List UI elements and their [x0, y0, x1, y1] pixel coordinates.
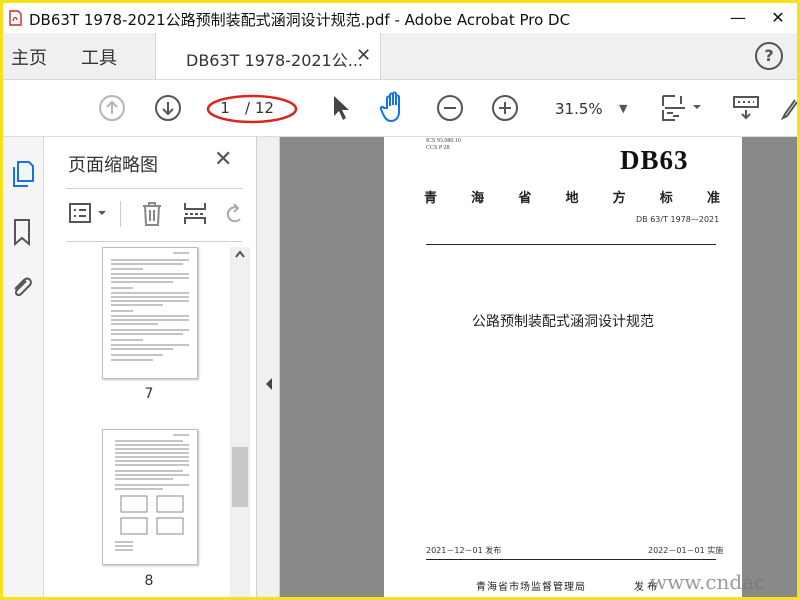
ccs-code: CCS P 28 [426, 145, 450, 151]
thumbnail-options-icon[interactable] [68, 201, 112, 225]
panel-collapse-handle[interactable] [257, 137, 280, 597]
thumbnail-label: 8 [144, 573, 154, 589]
page-thumbnails-icon[interactable] [9, 159, 35, 189]
select-arrow-icon[interactable] [330, 94, 352, 122]
thumbnail-page-preview [115, 434, 189, 551]
document-tab-label: DB63T 1978-2021公... [186, 51, 363, 70]
standard-number: DB 63/T 1978—2021 [636, 215, 720, 224]
page-down-icon[interactable] [154, 94, 182, 122]
divider [426, 559, 716, 560]
close-panel-button[interactable]: ✕ [214, 147, 232, 172]
thumbnail-page-8[interactable] [102, 429, 198, 565]
hand-tool-icon[interactable] [379, 90, 409, 124]
tab-tools[interactable]: 工具 [81, 44, 117, 70]
pdf-page: ICS 93.080.10 CCS P 28 DB63 青 海 省 地 方 标 … [384, 137, 742, 597]
delete-icon[interactable] [140, 200, 164, 228]
heading-char: 青 [424, 191, 438, 206]
heading-char: 海 [471, 191, 485, 206]
chevron-down-icon: ▼ [619, 102, 628, 115]
tab-document[interactable]: DB63T 1978-2021公... ✕ [155, 33, 381, 79]
page-up-icon[interactable] [98, 94, 126, 122]
heading-char: 省 [518, 191, 532, 206]
divider [66, 241, 242, 242]
divider [66, 188, 242, 189]
standard-code: DB63 [620, 145, 689, 175]
rotate-icon[interactable] [224, 201, 244, 227]
panel-toolbar [66, 197, 242, 229]
divider [426, 244, 716, 245]
close-tab-button[interactable]: ✕ [356, 45, 371, 66]
red-annotation-ellipse [206, 94, 298, 124]
page-fit-icon[interactable] [659, 92, 705, 124]
keyboard-icon[interactable] [731, 94, 761, 122]
scroll-up-arrow-icon[interactable] [234, 249, 246, 259]
thumbnail-page-preview [111, 252, 189, 361]
tab-bar: 主页 工具 DB63T 1978-2021公... ✕ ? [3, 33, 797, 80]
document-title: 公路预制装配式涵洞设计规范 [472, 314, 654, 330]
scrollbar-thumb[interactable] [232, 447, 248, 507]
pen-icon[interactable] [781, 94, 797, 122]
help-button[interactable]: ? [755, 42, 783, 70]
attachment-icon[interactable] [9, 273, 35, 303]
issue-date: 2021－12－01 发布 [426, 546, 502, 555]
issuing-authority: 青海省市场监督管理局 [476, 582, 586, 593]
panel-title: 页面缩略图 [68, 155, 158, 176]
site-watermark: www.cndac [650, 570, 766, 594]
toolbar: 1 / 12 31.5% ▼ [3, 80, 797, 137]
bookmark-icon[interactable] [9, 217, 35, 247]
window-title: DB63T 1978-2021公路预制装配式涵洞设计规范.pdf - Adobe… [29, 11, 571, 29]
heading-char: 方 [612, 191, 626, 206]
zoom-value: 31.5% [555, 100, 603, 118]
heading-char: 地 [565, 191, 579, 206]
standard-type-heading: 青 海 省 地 方 标 准 [424, 187, 720, 206]
heading-char: 标 [659, 191, 673, 206]
tab-home[interactable]: 主页 [11, 44, 47, 70]
left-navigation-rail [3, 137, 44, 597]
ics-code: ICS 93.080.10 [426, 138, 461, 144]
heading-char: 准 [706, 191, 720, 206]
close-window-button[interactable]: ✕ [755, 5, 800, 31]
collapse-left-arrow-icon [266, 378, 272, 390]
acrobat-logo-icon [9, 10, 22, 26]
zoom-dropdown[interactable]: 31.5% ▼ [549, 98, 639, 120]
thumbnail-page-7[interactable] [102, 247, 198, 379]
zoom-out-icon[interactable] [436, 94, 464, 122]
insert-pages-icon[interactable] [182, 200, 208, 228]
thumbnail-label: 7 [144, 386, 154, 402]
zoom-in-icon[interactable] [491, 94, 519, 122]
thumbnail-scrollbar[interactable] [230, 247, 250, 597]
divider [120, 201, 121, 227]
page-thumbnails-panel: 页面缩略图 ✕ 7 8 [44, 137, 257, 597]
document-view[interactable]: ICS 93.080.10 CCS P 28 DB63 青 海 省 地 方 标 … [280, 137, 797, 597]
title-bar: DB63T 1978-2021公路预制装配式涵洞设计规范.pdf - Adobe… [3, 3, 797, 33]
implementation-date: 2022－01－01 实施 [648, 546, 724, 555]
